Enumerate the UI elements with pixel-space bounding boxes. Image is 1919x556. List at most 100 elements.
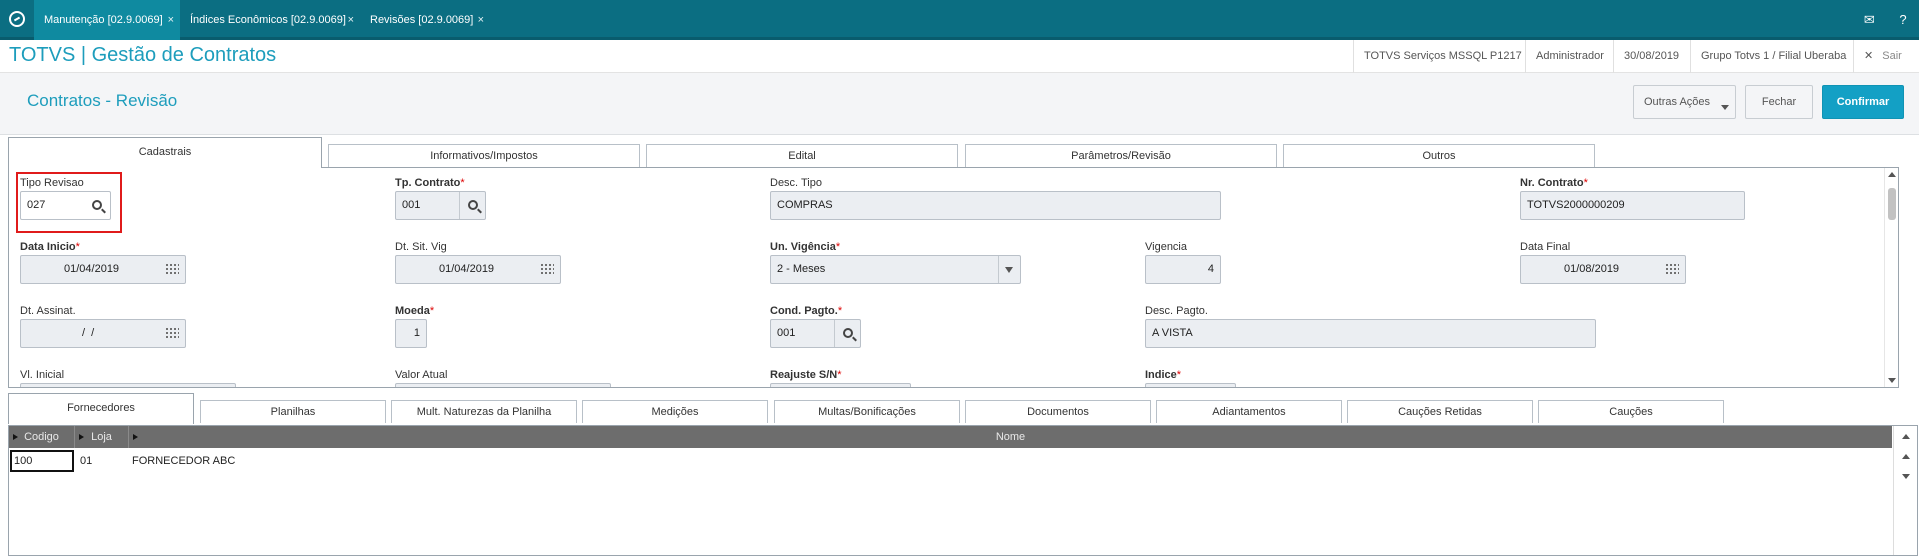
data-inicio-field[interactable]: 01/04/2019 — [20, 255, 186, 284]
tab-indices-economicos[interactable]: Índices Econômicos [02.9.0069] × — [180, 0, 360, 40]
cond-pagto-value: 001 — [777, 327, 796, 339]
tab-fornecedores[interactable]: Fornecedores — [8, 393, 194, 424]
grid-header: Codigo Loja Nome — [9, 426, 1892, 448]
cell-nome[interactable]: FORNECEDOR ABC — [128, 450, 528, 472]
tab-caucoes-retidas[interactable]: Cauções Retidas — [1347, 400, 1533, 423]
table-row[interactable]: 100 01 FORNECEDOR ABC — [9, 450, 1892, 472]
help-icon[interactable]: ? — [1895, 12, 1911, 27]
tipo-revisao-field[interactable]: 027 — [20, 191, 111, 220]
un-vigencia-select[interactable]: 2 - Meses — [770, 255, 1021, 284]
tab-label: Revisões [02.9.0069] — [370, 14, 474, 26]
tab-caucoes[interactable]: Cauções — [1538, 400, 1724, 423]
un-vigencia-label: Un. Vigência* — [770, 241, 841, 253]
indice-label: Indice* — [1145, 369, 1182, 381]
suppliers-grid: Codigo Loja Nome 100 01 FORNECEDOR ABC — [8, 425, 1918, 556]
tab-parametros-revisao[interactable]: Parâmetros/Revisão — [965, 144, 1277, 167]
data-inicio-value: 01/04/2019 — [64, 263, 120, 275]
sort-icon — [133, 434, 138, 440]
scroll-thumb[interactable] — [1888, 188, 1896, 220]
form-tabs: Cadastrais Informativos/Impostos Edital … — [8, 137, 1908, 168]
moeda-field[interactable]: 1 — [395, 319, 427, 348]
tp-contrato-field[interactable]: 001 — [395, 191, 486, 220]
dt-assinat-field[interactable]: / / — [20, 319, 186, 348]
page-header: Contratos - Revisão Outras Ações Fechar … — [0, 73, 1919, 135]
nr-contrato-field[interactable]: TOTVS2000000209 — [1520, 191, 1745, 220]
tab-informativos-impostos[interactable]: Informativos/Impostos — [328, 144, 640, 167]
reajuste-field[interactable] — [770, 383, 911, 387]
other-actions-button[interactable]: Outras Ações — [1633, 85, 1736, 119]
cond-pagto-label: Cond. Pagto.* — [770, 305, 843, 317]
dt-sit-vig-label: Dt. Sit. Vig — [395, 241, 447, 253]
close-icon: ✕ — [1864, 50, 1874, 62]
page-title: Contratos - Revisão — [27, 91, 178, 110]
tab-documentos[interactable]: Documentos — [965, 400, 1151, 423]
tipo-revisao-label: Tipo Revisao — [20, 177, 84, 189]
data-final-field[interactable]: 01/08/2019 — [1520, 255, 1686, 284]
dt-assinat-value: / / — [82, 327, 95, 339]
column-header-loja[interactable]: Loja — [75, 426, 129, 448]
valor-atual-field[interactable] — [395, 383, 611, 387]
scroll-up-icon[interactable] — [1888, 172, 1896, 177]
confirm-button[interactable]: Confirmar — [1822, 85, 1904, 119]
close-button[interactable]: Fechar — [1745, 85, 1813, 119]
dt-assinat-label: Dt. Assinat. — [20, 305, 76, 317]
tipo-revisao-value: 027 — [27, 199, 46, 211]
vl-inicial-field[interactable] — [20, 383, 236, 387]
search-icon[interactable] — [84, 192, 110, 219]
tab-planilhas[interactable]: Planilhas — [200, 400, 386, 423]
app-title: TOTVS | Gestão de Contratos — [9, 44, 277, 66]
grid-tabs: Fornecedores Planilhas Mult. Naturezas d… — [8, 393, 1908, 425]
scroll-up-icon[interactable] — [1902, 454, 1910, 459]
tab-outros[interactable]: Outros — [1283, 144, 1595, 167]
search-icon[interactable] — [459, 192, 485, 219]
grid-scrollbar[interactable] — [1893, 426, 1917, 555]
chevron-down-icon[interactable] — [998, 256, 1020, 283]
indice-field[interactable] — [1145, 383, 1236, 387]
scroll-up-icon[interactable] — [1902, 434, 1910, 439]
tab-medicoes[interactable]: Medições — [582, 400, 768, 423]
calendar-icon[interactable] — [1659, 256, 1685, 283]
other-actions-label: Outras Ações — [1644, 96, 1711, 108]
scroll-down-icon[interactable] — [1888, 378, 1896, 383]
tab-manutencao[interactable]: Manutenção [02.9.0069] × — [34, 0, 180, 40]
scroll-down-icon[interactable] — [1902, 474, 1910, 479]
form-scrollbar[interactable] — [1884, 168, 1898, 387]
totvs-logo-icon[interactable] — [9, 11, 25, 27]
close-icon[interactable]: × — [168, 0, 174, 40]
tab-multas-bonificacoes[interactable]: Multas/Bonificações — [774, 400, 960, 423]
cell-loja[interactable]: 01 — [76, 450, 128, 472]
desc-pagto-field[interactable]: A VISTA — [1145, 319, 1596, 348]
calendar-icon[interactable] — [159, 256, 185, 283]
vigencia-field[interactable]: 4 — [1145, 255, 1221, 284]
dt-sit-vig-field[interactable]: 01/04/2019 — [395, 255, 561, 284]
desc-tipo-field[interactable]: COMPRAS — [770, 191, 1221, 220]
moeda-label: Moeda* — [395, 305, 435, 317]
vl-inicial-label: Vl. Inicial — [20, 369, 65, 381]
column-header-codigo[interactable]: Codigo — [9, 426, 75, 448]
data-inicio-label: Data Inicio* — [20, 241, 80, 253]
cond-pagto-field[interactable]: 001 — [770, 319, 861, 348]
server-info: TOTVS Serviços MSSQL P1217 — [1353, 40, 1532, 73]
desc-tipo-label: Desc. Tipo — [770, 177, 822, 189]
column-header-nome[interactable]: Nome — [129, 426, 1892, 448]
tp-contrato-value: 001 — [402, 199, 421, 211]
calendar-icon[interactable] — [159, 320, 185, 347]
exit-button[interactable]: ✕ Sair — [1853, 40, 1919, 73]
tab-mult-naturezas[interactable]: Mult. Naturezas da Planilha — [391, 400, 577, 423]
tab-revisoes[interactable]: Revisões [02.9.0069] × — [360, 0, 490, 40]
data-final-label: Data Final — [1520, 241, 1571, 253]
close-icon[interactable]: × — [478, 0, 484, 40]
close-icon[interactable]: × — [348, 0, 354, 40]
data-final-value: 01/08/2019 — [1564, 263, 1620, 275]
vigencia-label: Vigencia — [1145, 241, 1187, 253]
tab-edital[interactable]: Edital — [646, 144, 958, 167]
search-icon[interactable] — [834, 320, 860, 347]
tp-contrato-label: Tp. Contrato* — [395, 177, 465, 189]
calendar-icon[interactable] — [534, 256, 560, 283]
mail-icon[interactable]: ✉ — [1861, 12, 1877, 28]
nr-contrato-label: Nr. Contrato* — [1520, 177, 1588, 189]
desc-pagto-label: Desc. Pagto. — [1145, 305, 1208, 317]
tab-adiantamentos[interactable]: Adiantamentos — [1156, 400, 1342, 423]
cell-codigo[interactable]: 100 — [10, 450, 74, 472]
tab-cadastrais[interactable]: Cadastrais — [8, 137, 322, 168]
